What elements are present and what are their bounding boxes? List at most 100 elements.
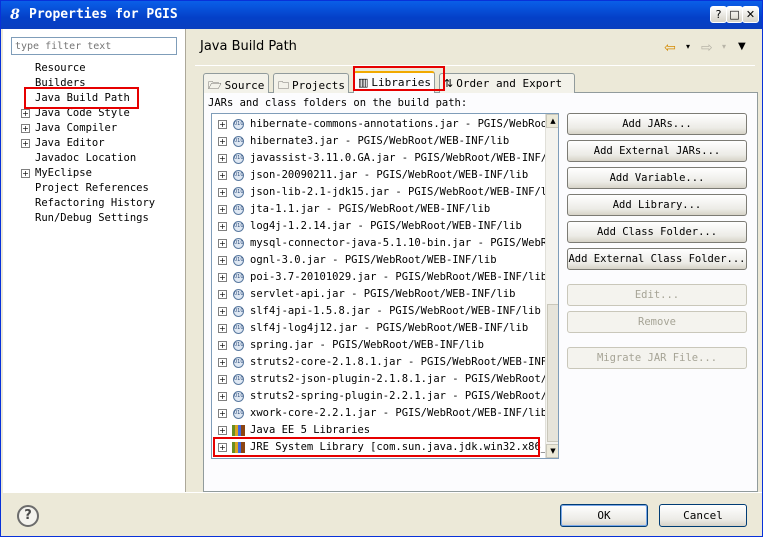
jar-entry[interactable]: +010 hibernate3.jar - PGIS/WebRoot/WEB-IN… [212,133,545,150]
tab-highlight [353,66,445,91]
jar-icon: 010 [233,391,244,402]
jar-icon: 010 [233,357,244,368]
scroll-down-icon[interactable]: ▼ [546,444,558,458]
expand-icon[interactable]: + [21,169,30,178]
sidebar-item-run-debug-settings[interactable]: Run/Debug Settings [11,211,181,226]
page-title: Java Build Path [200,39,297,54]
remove-button[interactable]: Remove [567,311,747,333]
sidebar-item-project-references[interactable]: Project References [11,181,181,196]
jar-entry[interactable]: +010 jta-1.1.jar - PGIS/WebRoot/WEB-INF/l… [212,201,545,218]
filter-input[interactable] [11,37,177,55]
expand-icon[interactable]: + [218,154,227,163]
sidebar-item-myeclipse[interactable]: + MyEclipse [11,166,181,181]
expand-icon[interactable]: + [218,426,227,435]
add-class-folder-button[interactable]: Add Class Folder... [567,221,747,243]
sidebar-item-java-editor[interactable]: + Java Editor [11,136,181,151]
tab-projects[interactable]: 🗀 Projects [273,73,349,93]
expand-icon[interactable]: + [21,139,30,148]
expand-icon[interactable]: + [218,341,227,350]
edit-button[interactable]: Edit... [567,284,747,306]
expand-icon[interactable]: + [218,273,227,282]
expand-icon[interactable]: + [218,120,227,129]
tab-order-and-export[interactable]: ⇅ Order and Export [439,73,575,93]
jar-entry[interactable]: +010 log4j-1.2.14.jar - PGIS/WebRoot/WEB-… [212,218,545,235]
jar-entry[interactable]: +010 slf4j-api-1.5.8.jar - PGIS/WebRoot/W… [212,303,545,320]
cancel-button[interactable]: Cancel [659,504,747,527]
add-jars-button[interactable]: Add JARs... [567,113,747,135]
expand-icon[interactable]: + [218,205,227,214]
expand-icon[interactable]: + [218,358,227,367]
sidebar-item-java-compiler[interactable]: + Java Compiler [11,121,181,136]
add-variable-button[interactable]: Add Variable... [567,167,747,189]
back-dropdown-icon[interactable]: ▾ [686,42,690,51]
properties-dialog: 8 Properties for PGIS ? □ ✕ ResourceBuil… [0,0,763,537]
migrate-jar-file-button[interactable]: Migrate JAR File... [567,347,747,369]
close-button[interactable]: ✕ [742,6,759,23]
entry-label: javassist-3.11.0.GA.jar - PGIS/WebRoot/W… [250,152,559,164]
sidebar-item-javadoc-location[interactable]: Javadoc Location [11,151,181,166]
tab-source[interactable]: 🗁 Source [203,73,269,93]
jar-icon: 010 [233,221,244,232]
entry-label: jta-1.1.jar - PGIS/WebRoot/WEB-INF/lib [250,203,491,215]
expand-icon[interactable]: + [218,222,227,231]
entry-label: log4j-1.2.14.jar - PGIS/WebRoot/WEB-INF/… [250,220,522,232]
jar-entry[interactable]: +010 json-20090211.jar - PGIS/WebRoot/WEB… [212,167,545,184]
forward-arrow-icon[interactable]: ⇨ [701,40,713,56]
jar-entry[interactable]: +010 spring.jar - PGIS/WebRoot/WEB-INF/li… [212,337,545,354]
add-library-button[interactable]: Add Library... [567,194,747,216]
jar-icon: 010 [233,340,244,351]
ok-button[interactable]: OK [560,504,648,527]
jar-entry[interactable]: +010 javassist-3.11.0.GA.jar - PGIS/WebRo… [212,150,558,167]
expand-icon[interactable]: + [218,188,227,197]
build-path-list[interactable]: + JRE System Library [com.sun.java.jdk.wi… [211,113,559,459]
expand-icon[interactable]: + [218,375,227,384]
title-help-button[interactable]: ? [710,6,727,23]
expand-icon[interactable]: + [218,137,227,146]
jar-entry[interactable]: +010 struts2-json-plugin-2.1.8.1.jar - PG… [212,371,553,388]
jar-entry[interactable]: +010 poi-3.7-20101029.jar - PGIS/WebRoot/… [212,269,547,286]
jar-entry[interactable]: +010 xwork-core-2.2.1.jar - PGIS/WebRoot/… [212,405,548,422]
expand-icon[interactable]: + [21,124,30,133]
jar-entry[interactable]: +010 mysql-connector-java-5.1.10-bin.jar … [212,235,553,252]
property-tree: Resource Builders Java Build Path + Java Cod… [11,61,181,226]
jar-entry[interactable]: +010 slf4j-log4j12.jar - PGIS/WebRoot/WEB… [212,320,545,337]
expand-icon[interactable]: + [218,307,227,316]
jar-entry[interactable]: +010 struts2-spring-plugin-2.2.1.jar - PG… [212,388,553,405]
jar-entry[interactable]: +010 struts2-core-2.1.8.1.jar - PGIS/WebR… [212,354,553,371]
help-icon[interactable]: ? [17,505,39,527]
jar-entry[interactable]: +010 ognl-3.0.jar - PGIS/WebRoot/WEB-INF/… [212,252,545,269]
sidebar-item-refactoring-history[interactable]: Refactoring History [11,196,181,211]
expand-icon[interactable]: + [218,324,227,333]
expand-icon[interactable]: + [218,256,227,265]
list-label: JARs and class folders on the build path… [208,97,468,109]
expand-icon[interactable]: + [218,290,227,299]
add-external-class-folder-button[interactable]: Add External Class Folder... [567,248,747,270]
expand-icon[interactable]: + [218,392,227,401]
entry-label: struts2-core-2.1.8.1.jar - PGIS/WebRoot/… [250,356,554,368]
list-scrollbar[interactable]: ▲ ▼ [545,114,558,458]
entry-label: json-20090211.jar - PGIS/WebRoot/WEB-INF… [250,169,529,181]
scroll-up-icon[interactable]: ▲ [546,114,558,128]
window-title: Properties for PGIS [29,7,178,22]
expand-icon[interactable]: + [218,409,227,418]
jar-icon: 010 [233,170,244,181]
jar-entry[interactable]: +010 hibernate-commons-annotations.jar - … [212,116,558,133]
entry-label: xwork-core-2.2.1.jar - PGIS/WebRoot/WEB-… [250,407,548,419]
scroll-thumb[interactable] [547,304,558,442]
expand-icon[interactable]: + [218,171,227,180]
order-export-icon: ⇅ [444,77,454,90]
add-external-jars-button[interactable]: Add External JARs... [567,140,747,162]
expand-icon[interactable]: + [21,109,30,118]
jar-icon: 010 [233,187,244,198]
expand-icon[interactable]: + [218,239,227,248]
entry-label: mysql-connector-java-5.1.10-bin.jar - PG… [250,237,554,249]
maximize-button[interactable]: □ [726,6,743,23]
sidebar-item-label: MyEclipse [35,167,92,179]
jar-entry[interactable]: +010 servlet-api.jar - PGIS/WebRoot/WEB-I… [212,286,545,303]
view-menu-icon[interactable]: ▼ [738,41,746,52]
back-arrow-icon[interactable]: ⇦ [664,40,676,56]
sidebar-item-resource[interactable]: Resource [11,61,181,76]
jar-entry[interactable]: +010 json-lib-2.1-jdk15.jar - PGIS/WebRoo… [212,184,553,201]
forward-dropdown-icon[interactable]: ▾ [722,42,726,51]
entry-label: json-lib-2.1-jdk15.jar - PGIS/WebRoot/WE… [250,186,554,198]
